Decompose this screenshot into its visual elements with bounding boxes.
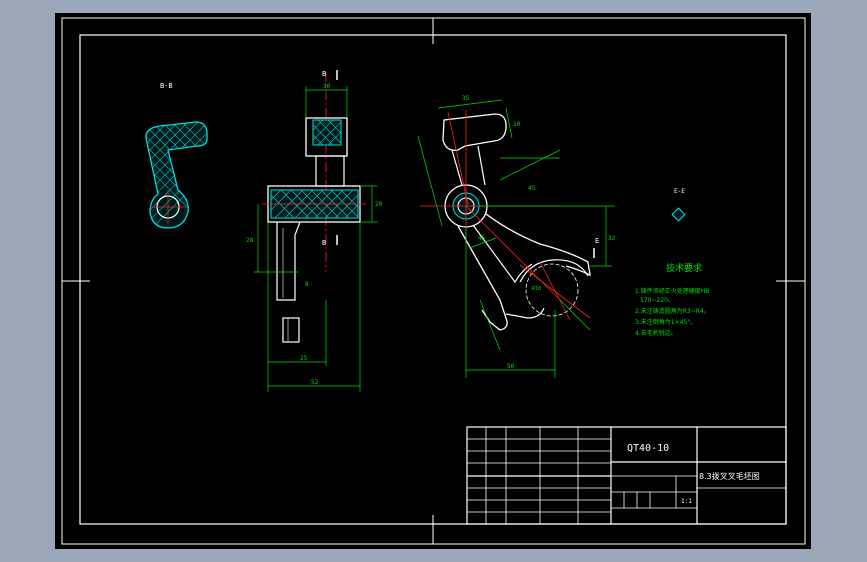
note-line: 1.铸件须经正火处理硬度HB xyxy=(635,287,709,295)
part-name: 8.3拨叉叉毛坯图 xyxy=(699,471,760,481)
note-line: 3.未注倒角为1×45°。 xyxy=(635,318,696,326)
cut-marker-angle: E xyxy=(595,237,599,245)
cut-marker-top: B xyxy=(322,70,326,78)
dim-side-angle: 45 xyxy=(528,185,536,192)
cad-canvas[interactable]: B-B B B 30 20 28 25 52 8 E 35 10 45 32 5… xyxy=(0,0,867,562)
dim-front-total: 52 xyxy=(311,379,319,386)
note-line: 2.未注铸造圆角为R3~R4。 xyxy=(635,307,710,315)
dim-side-small: 10 xyxy=(513,121,521,128)
cut-marker-bottom: B xyxy=(322,239,326,247)
dim-front-top: 30 xyxy=(323,83,331,90)
part-code: QT40-10 xyxy=(627,443,669,454)
section-label-bb: B-B xyxy=(160,82,173,90)
note-line: 4.去毛刺锐边。 xyxy=(635,329,677,337)
section-label-ee: E-E xyxy=(674,188,685,195)
dim-side-diag: 45 xyxy=(478,235,486,242)
dim-side-right: 32 xyxy=(608,235,616,242)
note-line: 170~220。 xyxy=(640,297,674,304)
dim-side-bottom: 50 xyxy=(507,363,515,370)
dim-side-radius: R10 xyxy=(532,286,541,292)
dim-front-inner: 25 xyxy=(300,355,308,362)
dim-front-right: 20 xyxy=(375,201,383,208)
scale-value: 1:1 xyxy=(681,498,692,505)
notes-title: 技术要求 xyxy=(666,262,702,274)
dim-front-tol: 8 xyxy=(305,281,309,288)
dim-front-left: 28 xyxy=(246,237,254,244)
dim-side-top: 35 xyxy=(462,95,470,102)
